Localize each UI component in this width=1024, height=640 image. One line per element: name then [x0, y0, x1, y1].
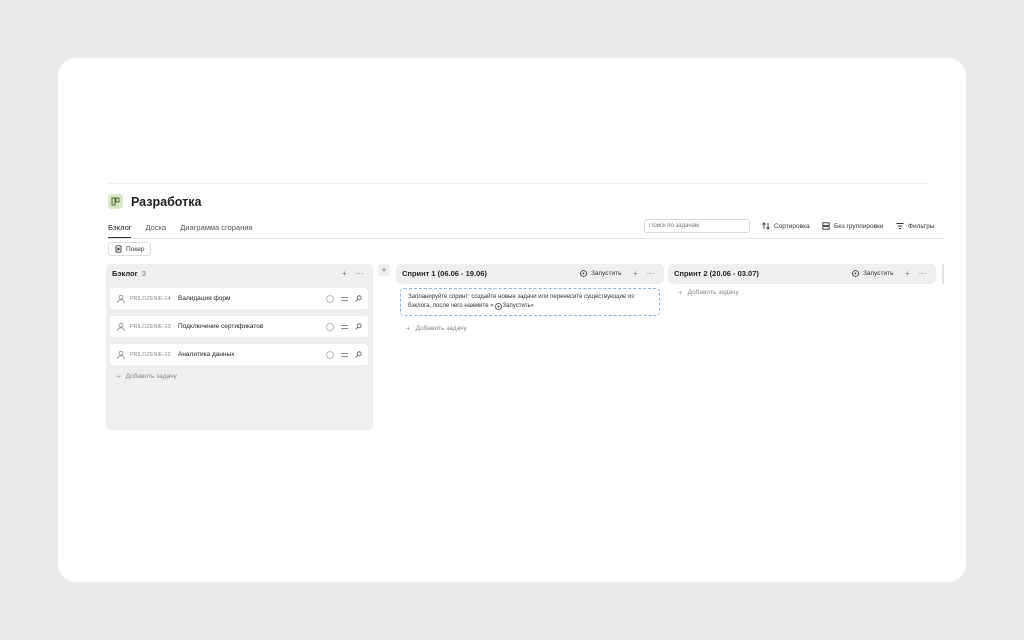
priority-icon[interactable]: [341, 352, 348, 358]
more-icon[interactable]: ···: [919, 269, 927, 278]
filter-icon: [896, 223, 904, 229]
sort-button[interactable]: Сортировка: [762, 222, 810, 230]
hint-text-before: бэклога, после чего нажмите «: [408, 303, 494, 309]
sprint-title-text: Спринт 2 (20.06 - 03.07): [674, 269, 759, 278]
add-task-label: Добавить задачу: [687, 289, 739, 296]
sprint-header: Спринт 2 (20.06 - 03.07) Запустить + ···: [668, 264, 936, 284]
user-icon: [117, 322, 125, 331]
filters-button[interactable]: Фильтры: [896, 222, 935, 230]
launch-sprint-button[interactable]: Запустить: [580, 270, 621, 277]
add-task-label: Добавить задачу: [415, 325, 467, 332]
tabs: Бэклог Доска Диаграмма сгорания: [108, 223, 253, 238]
task-name: Подключение сертификатов: [178, 323, 264, 330]
poker-label: Покер: [126, 245, 145, 253]
sprint-title: Спринт 1 (06.06 - 19.06): [402, 269, 487, 278]
backlog-header: Бэклог 3: [112, 269, 146, 278]
add-task-icon[interactable]: +: [905, 269, 910, 278]
hint-launch-text: Запустить: [502, 303, 531, 309]
status-icon[interactable]: [326, 294, 334, 303]
sprint-actions: + ···: [905, 269, 927, 278]
add-task-button[interactable]: + Добавить задачу: [116, 372, 177, 381]
more-icon[interactable]: ···: [356, 269, 364, 278]
tab-burndown[interactable]: Диаграмма сгорания: [180, 223, 252, 238]
grouping-button[interactable]: Без группировки: [822, 222, 884, 230]
hint-text-after: »: [530, 303, 535, 309]
add-task-button[interactable]: + Добавить задачу: [678, 288, 739, 297]
plus-icon: +: [406, 324, 411, 333]
status-icon[interactable]: [326, 350, 334, 359]
top-divider: [108, 183, 928, 184]
sprint-header: Спринт 1 (06.06 - 19.06) Запустить + ···: [396, 264, 664, 284]
plus-icon: +: [678, 288, 683, 297]
search-icon[interactable]: [355, 323, 362, 330]
task-row[interactable]: PRILOZENIE-13 Подключение сертификатов: [110, 316, 368, 337]
grouping-icon: [822, 222, 830, 230]
launch-label: Запустить: [591, 270, 622, 277]
next-column-edge: [942, 264, 944, 284]
tabs-divider: [108, 238, 944, 239]
backlog-column: Бэклог 3 + ··· PRILOZENIE-14 Валидация ф…: [106, 264, 373, 430]
add-task-icon[interactable]: +: [342, 269, 347, 278]
task-key: PRILOZENIE-12: [130, 351, 171, 358]
add-sprint-button[interactable]: +: [378, 264, 390, 276]
app-frame: Разработка Бэклог Доска Диаграмма сгоран…: [58, 58, 966, 582]
sprint-hint: Запланируйте спринт: создайте новые зада…: [400, 288, 660, 316]
priority-icon[interactable]: [341, 296, 348, 302]
filters-label: Фильтры: [908, 222, 935, 230]
play-icon: [852, 270, 859, 277]
cards-icon: [115, 245, 122, 253]
backlog-actions: + ···: [342, 269, 364, 278]
user-icon: [117, 294, 125, 303]
hint-line-1: Запланируйте спринт: создайте новые зада…: [408, 294, 634, 300]
plus-icon: +: [116, 372, 121, 381]
page-header: Разработка: [108, 194, 201, 209]
user-icon: [117, 350, 125, 359]
sprint-actions: + ···: [633, 269, 655, 278]
task-name: Аналитика данных: [178, 351, 235, 358]
launch-sprint-button[interactable]: Запустить: [852, 270, 893, 277]
priority-icon[interactable]: [341, 324, 348, 330]
task-row[interactable]: PRILOZENIE-14 Валидация форм: [110, 288, 368, 309]
task-key: PRILOZENIE-14: [130, 295, 171, 302]
search-input[interactable]: [644, 219, 750, 233]
hint-line-2: бэклога, после чего нажмите « Запустить …: [408, 302, 652, 311]
task-key: PRILOZENIE-13: [130, 323, 171, 330]
more-icon[interactable]: ···: [647, 269, 655, 278]
page-title: Разработка: [131, 194, 202, 209]
backlog-count: 3: [141, 269, 146, 278]
search-icon[interactable]: [355, 295, 362, 302]
add-task-label: Добавить задачу: [125, 373, 177, 380]
play-icon: [494, 303, 502, 310]
play-icon: [580, 270, 587, 277]
sprint-title-text: Спринт 1 (06.06 - 19.06): [402, 269, 487, 278]
launch-label: Запустить: [863, 270, 894, 277]
status-icon[interactable]: [326, 322, 334, 331]
tab-board[interactable]: Доска: [145, 223, 166, 238]
task-row[interactable]: PRILOZENIE-12 Аналитика данных: [110, 344, 368, 365]
search-icon[interactable]: [355, 351, 362, 358]
task-name: Валидация форм: [178, 295, 231, 302]
add-task-icon[interactable]: +: [633, 269, 638, 278]
backlog-title: Бэклог: [112, 269, 138, 278]
sort-label: Сортировка: [774, 222, 810, 230]
add-task-button[interactable]: + Добавить задачу: [406, 324, 467, 333]
project-icon: [108, 194, 123, 209]
sprint-title: Спринт 2 (20.06 - 03.07): [674, 269, 759, 278]
poker-button[interactable]: Покер: [108, 242, 152, 256]
tab-backlog[interactable]: Бэклог: [108, 223, 132, 238]
sort-icon: [762, 222, 770, 230]
plus-icon: +: [381, 265, 387, 275]
grouping-label: Без группировки: [834, 222, 884, 230]
